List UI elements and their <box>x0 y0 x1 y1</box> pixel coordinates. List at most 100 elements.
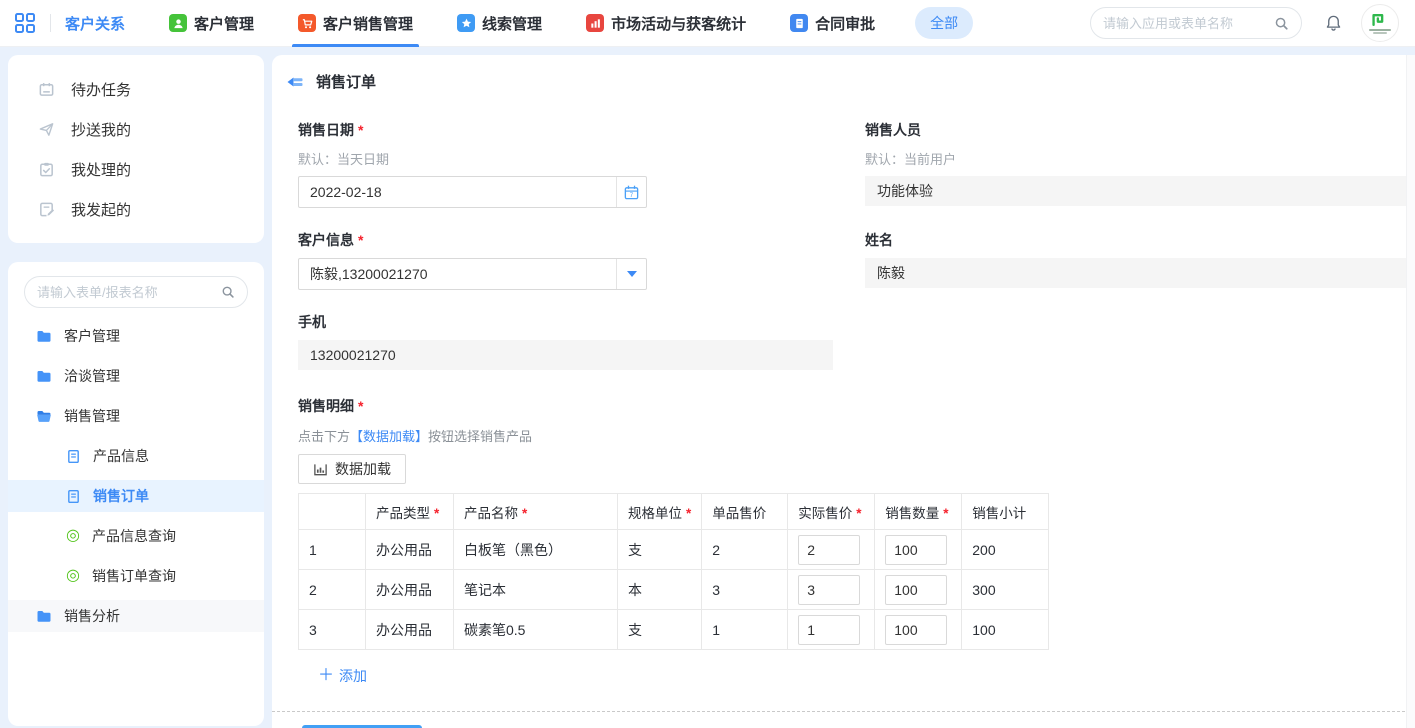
user-app-icon <box>169 14 187 32</box>
form-doc-icon <box>66 449 81 464</box>
topbar: 客户关系 客户管理 客户销售管理 线索管理 市场活动与获客统计 合同审批 全部 <box>0 0 1415 47</box>
table-header-row: 产品类型* 产品名称* 规格单位* 单品售价 实际售价* 销售数量* 销售小计 <box>299 494 1049 530</box>
tree-folder-sales-management[interactable]: 销售管理 <box>8 400 264 432</box>
tab-label: 线索管理 <box>482 13 542 34</box>
customer-select-value[interactable] <box>299 266 616 282</box>
add-row-button[interactable]: ＋ 添加 <box>318 666 367 686</box>
cell-spec-unit: 本 <box>618 570 702 610</box>
sidebar-item-handled-by-me[interactable]: 我处理的 <box>8 149 264 189</box>
quantity-input[interactable] <box>885 615 947 645</box>
actual-price-input[interactable] <box>798 575 860 605</box>
row-index: 1 <box>299 530 366 570</box>
tab-customer-sales-management[interactable]: 客户销售管理 <box>298 0 413 47</box>
column-header-index <box>299 494 366 530</box>
tree-form-sales-order[interactable]: 销售订单 <box>8 480 264 512</box>
sale-date-field: 7 <box>298 176 647 208</box>
chevron-down-icon[interactable] <box>616 259 646 289</box>
main-content: 销售订单 销售日期* 默认：当天日期 7 销售人员 默认：当前用户 功能体验 <box>272 55 1415 728</box>
form-search-input[interactable] <box>37 285 213 300</box>
sidebar-item-initiated-by-me[interactable]: 我发起的 <box>8 189 264 229</box>
workspace-name[interactable]: 客户关系 <box>65 13 125 34</box>
tree-item-label: 销售订单查询 <box>92 566 176 586</box>
todo-calendar-icon <box>38 81 55 98</box>
topbar-divider <box>50 14 51 32</box>
calendar-icon[interactable]: 7 <box>616 177 646 207</box>
sales-detail-section: 销售明细* 点击下方【数据加载】按钮选择销售产品 数据加载 产品类型* 产品名称… <box>298 396 1415 686</box>
tab-leads-management[interactable]: 线索管理 <box>457 0 542 47</box>
company-logo[interactable] <box>1361 4 1399 42</box>
all-apps-pill[interactable]: 全部 <box>915 7 973 39</box>
sales-person-value: 功能体验 <box>865 176 1415 206</box>
data-load-button[interactable]: 数据加载 <box>298 454 406 484</box>
sales-detail-label: 销售明细* <box>298 396 1415 416</box>
table-row: 3 办公用品 碳素笔0.5 支 1 100 <box>299 610 1049 650</box>
app-search-input[interactable] <box>1103 16 1266 31</box>
sales-detail-hint: 点击下方【数据加载】按钮选择销售产品 <box>298 426 1415 445</box>
quantity-input[interactable] <box>885 535 947 565</box>
tree-item-label: 销售订单 <box>93 486 149 506</box>
search-icon[interactable] <box>221 285 235 299</box>
sales-order-form: 销售日期* 默认：当天日期 7 销售人员 默认：当前用户 功能体验 客户信息* <box>272 98 1415 686</box>
quantity-input[interactable] <box>885 575 947 605</box>
tree-folder-customer-management[interactable]: 客户管理 <box>8 320 264 352</box>
logo-text-line <box>1373 32 1387 34</box>
notification-bell-icon[interactable] <box>1324 14 1343 33</box>
tree-folder-negotiation-management[interactable]: 洽谈管理 <box>8 360 264 392</box>
column-header-actual-price: 实际售价* <box>788 494 875 530</box>
tree-item-label: 产品信息 <box>93 446 149 466</box>
data-load-hint-link[interactable]: 【数据加载】 <box>350 429 428 444</box>
cell-unit-price: 1 <box>702 610 788 650</box>
column-header-quantity: 销售数量* <box>875 494 962 530</box>
tree-item-label: 产品信息查询 <box>92 526 176 546</box>
cell-quantity <box>875 530 962 570</box>
tree-folder-sales-analysis[interactable]: 销售分析 <box>8 600 264 632</box>
column-header-spec-unit: 规格单位* <box>618 494 702 530</box>
cell-actual-price <box>788 610 875 650</box>
cell-product-type: 办公用品 <box>366 570 454 610</box>
column-header-unit-price: 单品售价 <box>702 494 788 530</box>
column-header-subtotal: 销售小计 <box>962 494 1049 530</box>
tree-item-label: 销售分析 <box>64 606 120 626</box>
tree-item-label: 洽谈管理 <box>64 366 120 386</box>
cell-product-name: 白板笔（黑色） <box>454 530 618 570</box>
cell-subtotal: 300 <box>962 570 1049 610</box>
cell-spec-unit: 支 <box>618 610 702 650</box>
mobile-value: 13200021270 <box>298 340 833 370</box>
tree-query-sales-order[interactable]: ◎ 销售订单查询 <box>8 560 264 592</box>
tab-market-activity-stats[interactable]: 市场活动与获客统计 <box>586 0 746 47</box>
cell-actual-price <box>788 570 875 610</box>
folder-icon <box>36 328 52 344</box>
table-row: 1 办公用品 白板笔（黑色） 支 2 200 <box>299 530 1049 570</box>
column-header-product-name: 产品名称* <box>454 494 618 530</box>
required-asterisk: * <box>358 398 363 414</box>
tree-item-label: 销售管理 <box>64 406 120 426</box>
app-search-box[interactable] <box>1090 7 1302 39</box>
column-header-product-type: 产品类型* <box>366 494 454 530</box>
sidebar-item-todo-tasks[interactable]: 待办任务 <box>8 69 264 109</box>
apps-grid-icon[interactable] <box>14 12 36 34</box>
required-asterisk: * <box>358 122 363 138</box>
cell-product-name: 笔记本 <box>454 570 618 610</box>
sidebar-item-label: 我发起的 <box>71 199 131 220</box>
back-icon[interactable] <box>286 73 304 91</box>
tab-contract-approval[interactable]: 合同审批 <box>790 0 875 47</box>
sidebar-form-panel: 客户管理 洽谈管理 销售管理 产品信息 销售订单 ◎ 产品信息查询 ◎ 销售订单… <box>8 262 264 726</box>
tree-form-product-info[interactable]: 产品信息 <box>8 440 264 472</box>
mobile-label: 手机 <box>298 312 833 332</box>
cell-unit-price: 3 <box>702 570 788 610</box>
customer-select[interactable] <box>298 258 647 290</box>
sales-person-label: 销售人员 <box>865 120 1415 140</box>
folder-open-icon <box>36 408 52 424</box>
sale-date-label: 销售日期* <box>298 120 822 140</box>
tab-customer-management[interactable]: 客户管理 <box>169 0 254 47</box>
form-footer-divider <box>272 711 1415 712</box>
sale-date-input[interactable] <box>299 184 616 200</box>
search-icon[interactable] <box>1274 16 1289 31</box>
tree-query-product-info[interactable]: ◎ 产品信息查询 <box>8 520 264 552</box>
customer-info-label: 客户信息* <box>298 230 822 250</box>
actual-price-input[interactable] <box>798 535 860 565</box>
sidebar-item-cc-to-me[interactable]: 抄送我的 <box>8 109 264 149</box>
form-search-box[interactable] <box>24 276 248 308</box>
actual-price-input[interactable] <box>798 615 860 645</box>
form-doc-icon <box>66 489 81 504</box>
